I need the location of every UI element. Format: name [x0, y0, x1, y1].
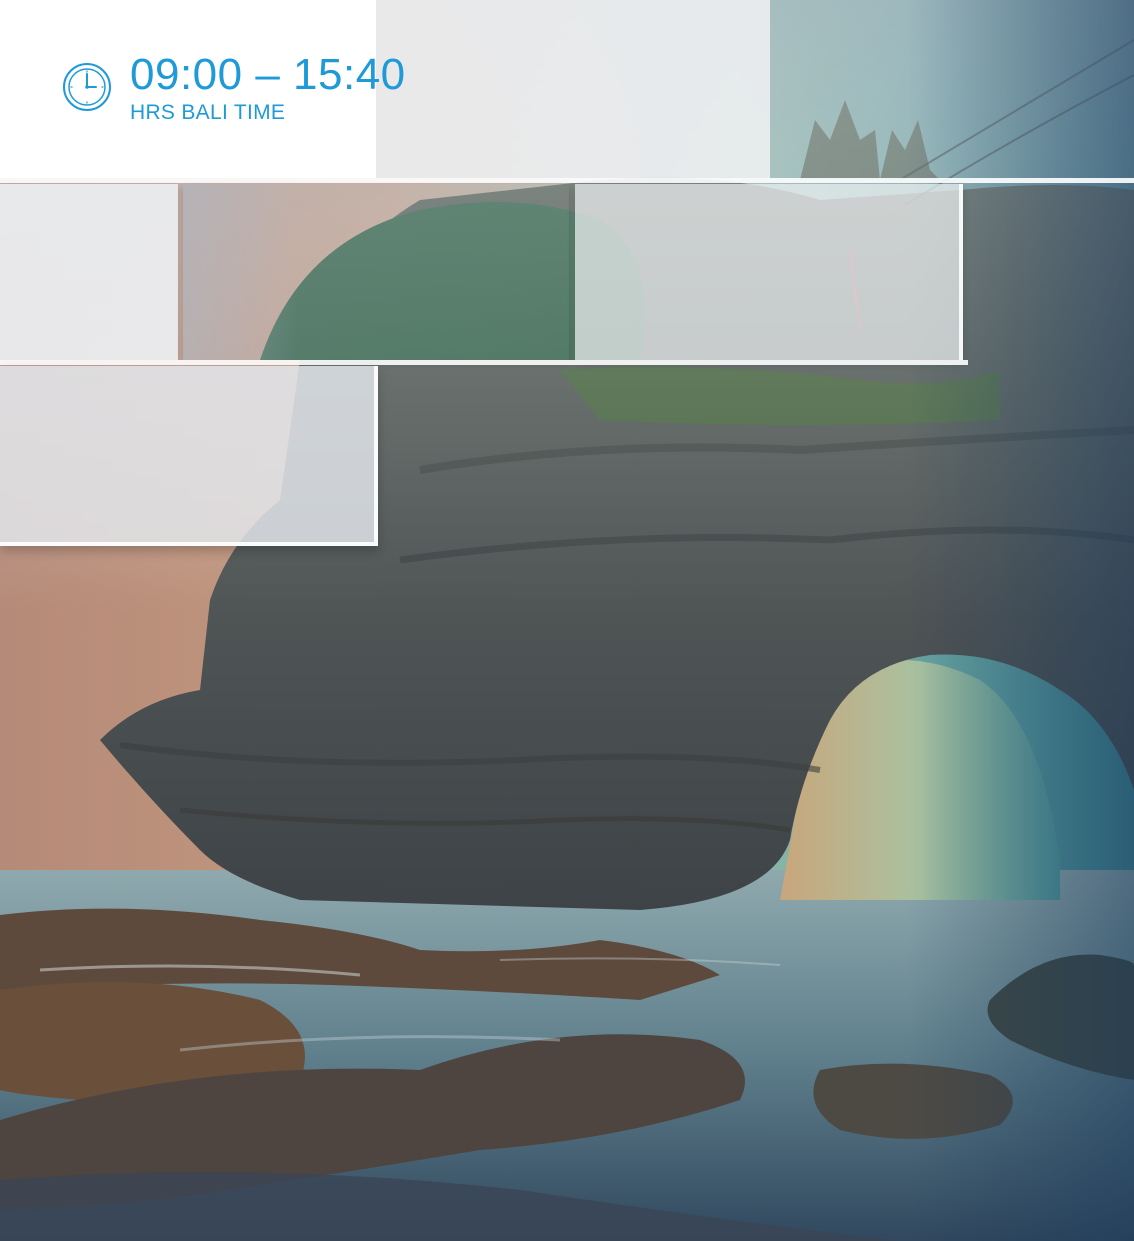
- frosted-tile: [575, 184, 963, 360]
- schedule-text: 09:00 – 15:40 HRS BALI TIME: [130, 52, 406, 126]
- schedule-block: 09:00 – 15:40 HRS BALI TIME: [62, 52, 406, 126]
- tile-divider: [0, 360, 968, 365]
- frosted-tile: [0, 184, 178, 360]
- frosted-tile: [376, 0, 770, 178]
- hero-banner: 09:00 – 15:40 HRS BALI TIME: [0, 0, 1134, 1241]
- tile-divider: [0, 178, 1134, 183]
- frosted-tile: [0, 366, 378, 546]
- time-range: 09:00 – 15:40: [130, 50, 406, 99]
- clock-icon: [63, 63, 111, 111]
- photo-window-tile: [183, 184, 569, 360]
- time-zone-label: HRS BALI TIME: [130, 101, 286, 124]
